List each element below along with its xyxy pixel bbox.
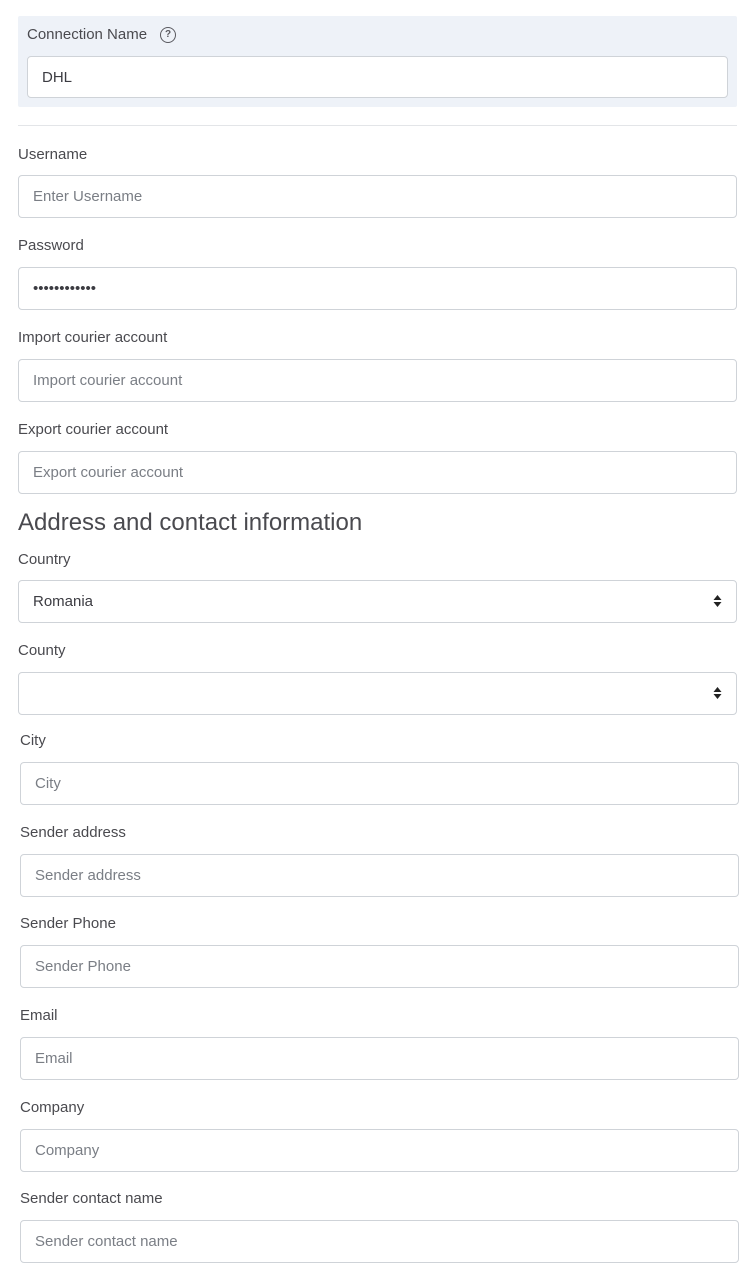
username-label: Username <box>18 146 88 163</box>
sort-arrows-icon <box>713 687 722 699</box>
company-input[interactable] <box>20 1129 739 1172</box>
courier-connection-form: Connection Name ? Username Password Impo… <box>0 0 754 1280</box>
sender-contact-label: Sender contact name <box>20 1190 163 1207</box>
password-input[interactable] <box>18 267 737 310</box>
connection-name-panel: Connection Name ? <box>18 16 737 107</box>
country-selected-value: Romania <box>33 593 94 610</box>
city-input[interactable] <box>20 762 739 805</box>
email-label: Email <box>20 1007 58 1024</box>
export-account-label: Export courier account <box>18 421 169 438</box>
password-label: Password <box>18 237 84 254</box>
county-label: County <box>18 642 66 659</box>
sender-contact-input[interactable] <box>20 1220 739 1263</box>
divider <box>18 125 737 126</box>
connection-name-label: Connection Name <box>27 26 148 43</box>
export-account-input[interactable] <box>18 451 737 494</box>
country-select[interactable]: Romania <box>18 580 737 623</box>
connection-name-label-row: Connection Name ? <box>27 26 177 43</box>
username-input[interactable] <box>18 175 737 218</box>
country-label: Country <box>18 551 71 568</box>
import-account-input[interactable] <box>18 359 737 402</box>
sender-address-label: Sender address <box>20 824 126 841</box>
sender-phone-label: Sender Phone <box>20 915 116 932</box>
sender-address-input[interactable] <box>20 854 739 897</box>
import-account-label: Import courier account <box>18 329 168 346</box>
sort-arrows-icon <box>713 595 722 607</box>
sender-phone-input[interactable] <box>20 945 739 988</box>
connection-name-input[interactable] <box>27 56 728 98</box>
question-circle-icon[interactable]: ? <box>160 26 177 43</box>
email-input[interactable] <box>20 1037 739 1080</box>
county-select[interactable] <box>18 672 737 715</box>
city-label: City <box>20 732 46 749</box>
company-label: Company <box>20 1099 85 1116</box>
section-title: Address and contact information <box>18 509 363 536</box>
